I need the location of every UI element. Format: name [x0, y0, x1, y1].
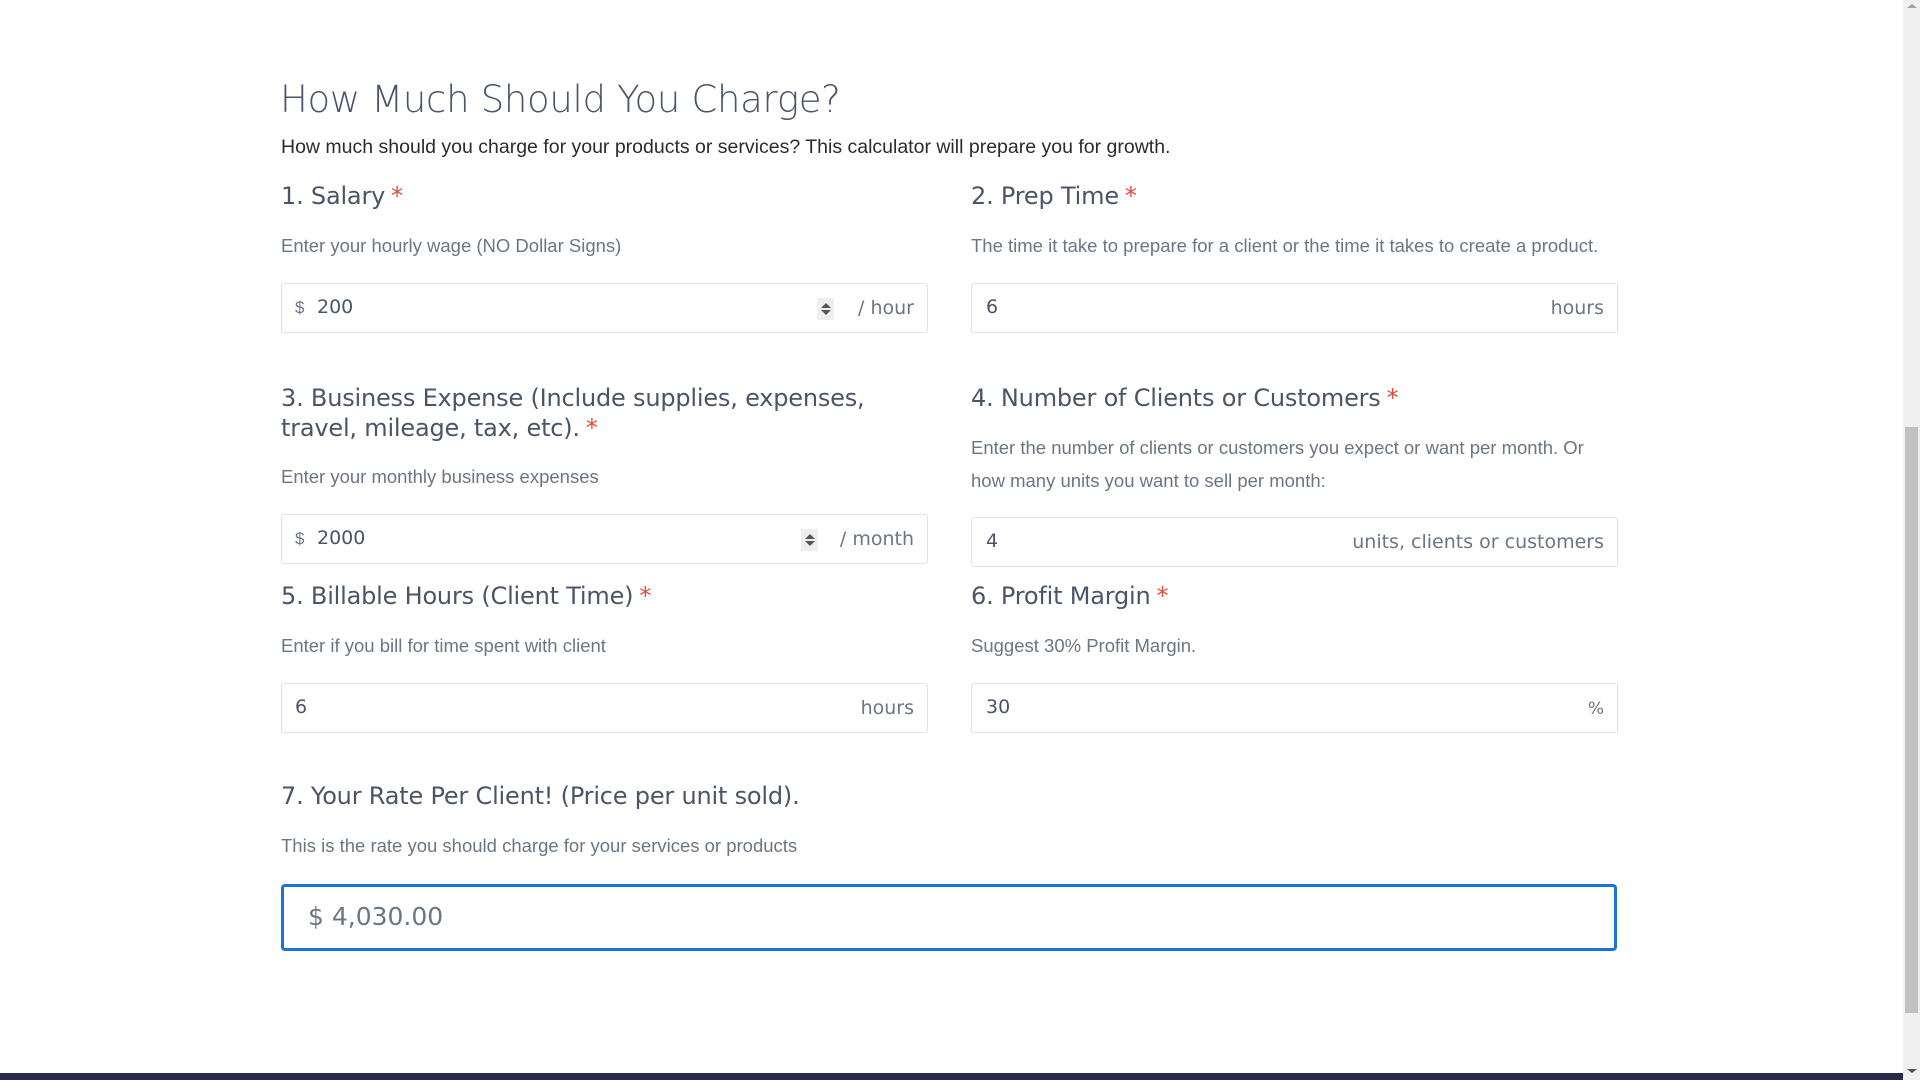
field-rate-per-client: 7. Your Rate Per Client! (Price per unit… [281, 781, 1617, 951]
prep-time-input-group: hours [971, 283, 1618, 333]
profit-margin-input-group: % [971, 683, 1618, 733]
field-prep-time: 2. Prep Time * The time it take to prepar… [971, 181, 1618, 333]
hours-suffix: hours [1550, 297, 1604, 319]
vertical-scrollbar[interactable] [1903, 0, 1920, 1080]
rate-per-client-value: $ 4,030.00 [308, 902, 444, 931]
per-hour-suffix: / hour [858, 297, 914, 319]
required-asterisk: * [585, 414, 598, 442]
clients-input-group: units, clients or customers [971, 517, 1618, 567]
field-business-expense: 3. Business Expense (Include supplies, e… [281, 383, 928, 564]
billable-hours-input-group: hours [281, 683, 928, 733]
spinner-up-icon[interactable] [804, 534, 815, 539]
business-expense-input[interactable] [317, 527, 717, 549]
scrollbar-thumb[interactable] [1905, 427, 1918, 1013]
field-label: 4. Number of Clients or Customers * [971, 383, 1618, 413]
field-label: 3. Business Expense (Include supplies, e… [281, 383, 928, 443]
required-asterisk: * [391, 182, 403, 210]
profit-margin-help: Suggest 30% Profit Margin. [971, 635, 1197, 656]
prep-time-help: The time it take to prepare for a client… [971, 235, 1599, 256]
profit-margin-input[interactable] [986, 696, 1386, 718]
business-expense-input-group: $ / month [281, 514, 928, 564]
number-spinner[interactable] [817, 298, 834, 320]
billable-hours-label: 5. Billable Hours (Client Time) [281, 582, 634, 610]
required-asterisk: * [1386, 384, 1399, 412]
salary-label: 1. Salary [281, 182, 386, 210]
rate-per-client-label: 7. Your Rate Per Client! (Price per unit… [281, 782, 800, 810]
rate-per-client-output[interactable]: $ 4,030.00 [281, 884, 1617, 951]
field-number-of-clients: 4. Number of Clients or Customers * Enter… [971, 383, 1618, 567]
calculator-page: How Much Should You Charge? How much sho… [0, 0, 1903, 1080]
dollar-prefix: $ [295, 298, 305, 317]
clients-label: 4. Number of Clients or Customers [971, 384, 1381, 412]
field-billable-hours: 5. Billable Hours (Client Time) * Enter i… [281, 581, 928, 733]
field-label: 5. Billable Hours (Client Time) * [281, 581, 928, 611]
footer-band [0, 1073, 1903, 1080]
billable-hours-help: Enter if you bill for time spent with cl… [281, 635, 606, 656]
hours-suffix: hours [860, 697, 914, 719]
percent-suffix: % [1587, 699, 1604, 719]
spinner-up-icon[interactable] [820, 303, 831, 308]
salary-input-group: $ / hour [281, 283, 928, 333]
salary-input[interactable] [317, 296, 717, 318]
business-expense-help: Enter your monthly business expenses [281, 466, 599, 487]
clients-input[interactable] [986, 530, 1386, 552]
field-label: 2. Prep Time * [971, 181, 1618, 211]
page-subtitle: How much should you charge for your prod… [281, 136, 1171, 158]
spinner-down-icon[interactable] [820, 310, 831, 315]
field-salary: 1. Salary * Enter your hourly wage (NO Do… [281, 181, 928, 333]
scroll-up-arrow-icon[interactable] [1907, 4, 1917, 8]
spinner-down-icon[interactable] [804, 541, 815, 546]
units-suffix: units, clients or customers [1352, 531, 1604, 553]
salary-help: Enter your hourly wage (NO Dollar Signs) [281, 235, 622, 256]
field-label: 6. Profit Margin * [971, 581, 1618, 611]
scroll-down-arrow-icon[interactable] [1907, 1069, 1917, 1073]
dollar-prefix: $ [295, 529, 305, 548]
rate-per-client-help: This is the rate you should charge for y… [281, 835, 798, 856]
profit-margin-label: 6. Profit Margin [971, 582, 1151, 610]
per-month-suffix: / month [839, 528, 914, 550]
field-label: 1. Salary * [281, 181, 928, 211]
number-spinner[interactable] [801, 529, 818, 551]
page-title: How Much Should You Charge? [280, 78, 841, 121]
billable-hours-input[interactable] [295, 696, 695, 718]
field-profit-margin: 6. Profit Margin * Suggest 30% Profit Mar… [971, 581, 1618, 733]
prep-time-input[interactable] [986, 296, 1386, 318]
required-asterisk: * [1124, 182, 1137, 210]
required-asterisk: * [639, 582, 652, 610]
clients-help: Enter the number of clients or customers… [971, 437, 1584, 491]
business-expense-label: 3. Business Expense (Include supplies, e… [281, 384, 865, 442]
required-asterisk: * [1156, 582, 1169, 610]
prep-time-label: 2. Prep Time [971, 182, 1119, 210]
